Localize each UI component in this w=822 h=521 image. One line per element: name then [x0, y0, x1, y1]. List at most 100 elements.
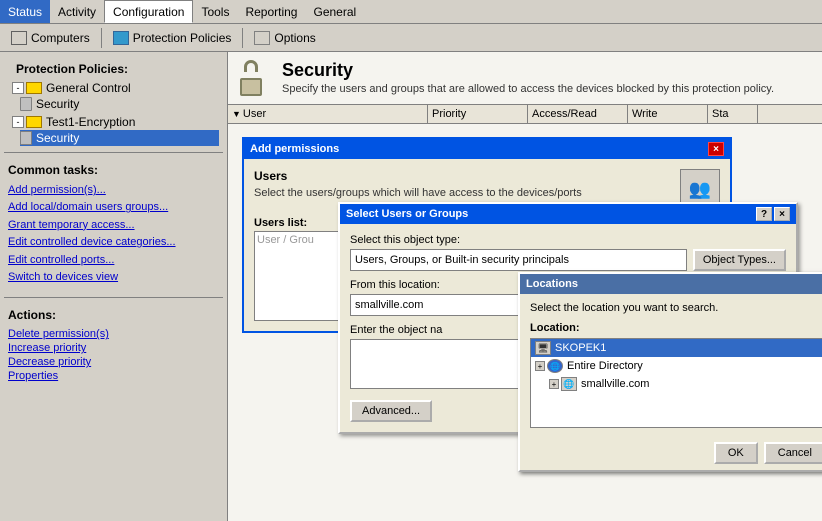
object-types-btn[interactable]: Object Types... [693, 249, 786, 271]
task-add-permissions[interactable]: Add permission(s)... [8, 183, 219, 198]
common-tasks-title: Common tasks: [8, 163, 219, 177]
th-access-read[interactable]: Access/Read [528, 105, 628, 123]
expander-test1[interactable]: - [12, 116, 24, 128]
security-icon-t1 [20, 131, 32, 145]
tree-label-general-control: General Control [46, 81, 131, 95]
menu-reporting[interactable]: Reporting [237, 0, 305, 23]
actions-section: Actions: Delete permission(s) Increase p… [0, 304, 227, 388]
tree-item-gc-security[interactable]: Security [20, 96, 219, 112]
computer-icon-skopek: 🖥 [535, 341, 551, 355]
action-decrease-priority[interactable]: Decrease priority [8, 356, 219, 368]
loc-label-entire-dir: Entire Directory [567, 360, 643, 372]
tree-label-t1-security: Security [36, 131, 79, 145]
locations-titlebar: Locations [520, 274, 822, 294]
expander-smallville[interactable]: + [549, 379, 559, 389]
action-increase-priority[interactable]: Increase priority [8, 342, 219, 354]
loc-item-skopek1[interactable]: 🖥 SKOPEK1 [531, 339, 822, 357]
security-page-title: Security [282, 60, 774, 81]
policy-icon [113, 31, 129, 45]
action-delete-perms[interactable]: Delete permission(s) [8, 328, 219, 340]
menu-tools[interactable]: Tools [193, 0, 237, 23]
object-type-label: Select this object type: [350, 234, 786, 246]
computers-label: Computers [31, 31, 90, 45]
select-users-title-buttons: ? × [756, 207, 790, 221]
menu-status[interactable]: Status [0, 0, 50, 23]
toolbar-separator [101, 28, 102, 48]
content-area: Security Specify the users and groups th… [228, 52, 822, 521]
th-priority-label: Priority [432, 108, 466, 120]
locations-content: Select the location you want to search. … [520, 294, 822, 436]
options-label: Options [274, 31, 315, 45]
th-write-label: Write [632, 108, 657, 120]
expander-general-control[interactable]: - [12, 82, 24, 94]
add-permissions-close-btn[interactable]: × [708, 142, 724, 156]
computer-icon [11, 31, 27, 45]
th-priority[interactable]: Priority [428, 105, 528, 123]
policies-btn[interactable]: Protection Policies [106, 26, 239, 50]
locations-ok-btn[interactable]: OK [714, 442, 758, 464]
locations-desc: Select the location you want to search. [530, 302, 822, 314]
main-layout: Protection Policies: - General Control S… [0, 52, 822, 521]
loc-item-entire-dir[interactable]: + 🌐 Entire Directory [531, 357, 822, 375]
tasks-section: Common tasks: Add permission(s)... Add l… [0, 159, 227, 291]
permissions-table-header: ▼ User Priority Access/Read Write Sta [228, 104, 822, 124]
add-perms-section-desc: Select the users/groups which will have … [254, 187, 670, 199]
tree-item-test1[interactable]: - Test1-Encryption [8, 114, 219, 130]
toolbar: Computers Protection Policies Options [0, 24, 822, 52]
sidebar-divider2 [4, 297, 223, 298]
task-edit-categories[interactable]: Edit controlled device categories... [8, 235, 219, 250]
menu-configuration[interactable]: Configuration [104, 0, 193, 23]
th-user[interactable]: ▼ User [228, 105, 428, 123]
security-header-text: Security Specify the users and groups th… [282, 60, 774, 95]
loc-label-smallville: smallville.com [581, 378, 649, 390]
folder-icon-t1 [26, 116, 42, 128]
options-btn[interactable]: Options [247, 26, 322, 50]
policies-section-title: Protection Policies: [8, 56, 219, 80]
select-users-titlebar: Select Users or Groups ? × [340, 204, 796, 224]
object-type-row: Object Types... [350, 249, 786, 271]
loc-item-smallville[interactable]: + 🌐 smallville.com [545, 375, 822, 393]
location-tree-label: Location: [530, 322, 822, 334]
lock-shackle [244, 60, 258, 72]
task-edit-ports[interactable]: Edit controlled ports... [8, 253, 219, 268]
security-page-desc: Specify the users and groups that are al… [282, 83, 774, 95]
th-write[interactable]: Write [628, 105, 708, 123]
th-sta-label: Sta [712, 108, 729, 120]
tree-label-gc-security: Security [36, 97, 79, 111]
menu-activity[interactable]: Activity [50, 0, 104, 23]
sidebar-divider1 [4, 152, 223, 153]
advanced-btn[interactable]: Advanced... [350, 400, 432, 422]
sort-icon-user: ▼ [232, 109, 241, 119]
policies-label: Protection Policies [133, 31, 232, 45]
object-type-input[interactable] [350, 249, 687, 271]
loc-label-skopek1: SKOPEK1 [555, 342, 606, 354]
task-switch-devices[interactable]: Switch to devices view [8, 270, 219, 285]
select-users-close-btn[interactable]: × [774, 207, 790, 221]
expander-entire-dir[interactable]: + [535, 361, 545, 371]
actions-title: Actions: [8, 308, 219, 322]
toolbar-separator2 [242, 28, 243, 48]
action-properties[interactable]: Properties [8, 370, 219, 382]
tree-label-test1: Test1-Encryption [46, 115, 135, 129]
locations-dialog: Locations Select the location you want t… [518, 272, 822, 472]
globe-icon-dir: 🌐 [547, 359, 563, 373]
computers-btn[interactable]: Computers [4, 26, 97, 50]
security-icon-gc [20, 97, 32, 111]
menu-general[interactable]: General [305, 0, 364, 23]
locations-title: Locations [526, 278, 578, 290]
folder-icon-gc [26, 82, 42, 94]
tree-item-t1-security[interactable]: Security [20, 130, 219, 146]
add-perms-section-title: Users [254, 169, 670, 183]
task-grant-temp[interactable]: Grant temporary access... [8, 218, 219, 233]
locations-buttons: OK Cancel [520, 436, 822, 470]
options-icon [254, 31, 270, 45]
th-sta[interactable]: Sta [708, 105, 758, 123]
locations-cancel-btn[interactable]: Cancel [764, 442, 822, 464]
lock-body [240, 78, 262, 96]
security-header: Security Specify the users and groups th… [228, 52, 822, 104]
task-add-groups[interactable]: Add local/domain users groups... [8, 200, 219, 215]
security-lock-icon [240, 60, 272, 96]
select-users-help-btn[interactable]: ? [756, 207, 772, 221]
tree-item-general-control[interactable]: - General Control [8, 80, 219, 96]
th-user-label: User [243, 108, 266, 120]
